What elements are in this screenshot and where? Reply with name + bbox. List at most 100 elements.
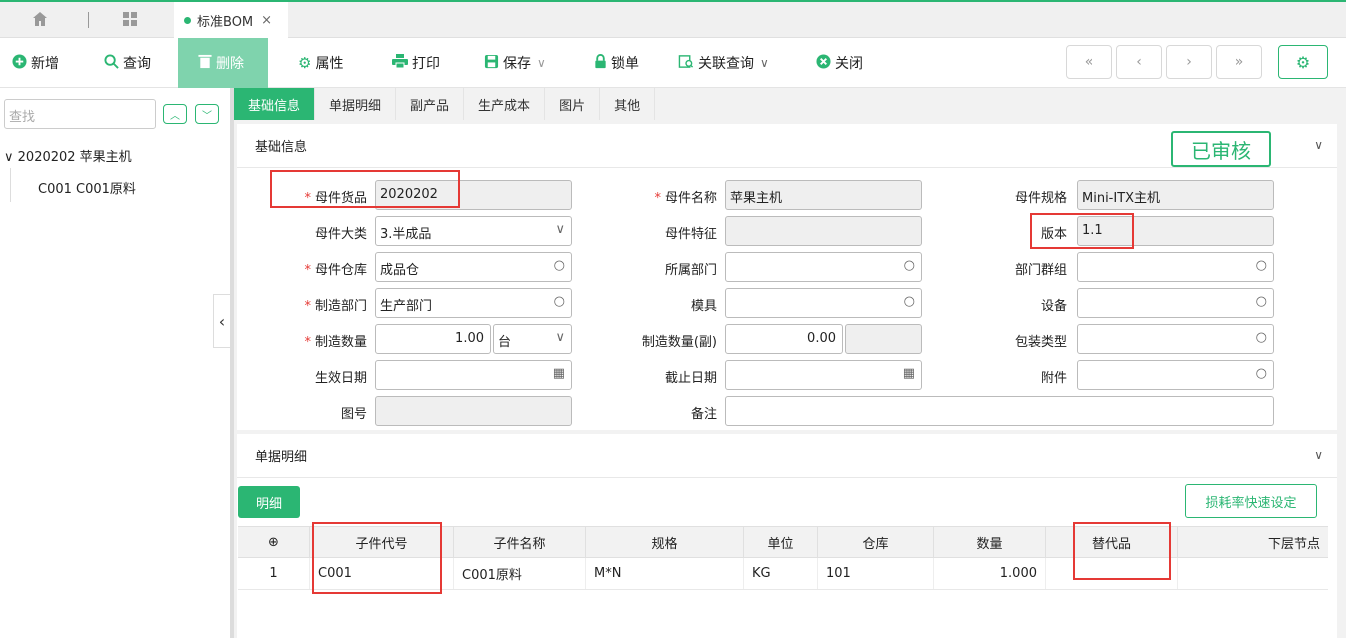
col-spec: 规格 [586, 527, 744, 557]
drawing-label: 图号 [340, 407, 367, 422]
home-icon[interactable] [32, 11, 48, 27]
attach-field[interactable]: ○ [1077, 360, 1274, 390]
tab-label: 标准BOM [197, 14, 254, 30]
feature-field[interactable] [725, 216, 922, 246]
warehouse-field[interactable]: 成品仓 ○ [375, 252, 572, 282]
lock-order-button[interactable]: 锁单 [594, 38, 639, 88]
remark-field[interactable] [725, 396, 1274, 426]
tab-other[interactable]: 其他 [600, 88, 656, 120]
col-child-name: 子件名称 [454, 527, 586, 557]
collapse-detail-icon[interactable]: ∨ [1314, 448, 1323, 462]
first-record-button[interactable]: « [1066, 45, 1112, 79]
tab-basic-info[interactable]: 基础信息 [234, 88, 316, 120]
delete-button[interactable]: 删除 [178, 38, 268, 88]
close-circle-icon [816, 53, 831, 73]
search-icon [104, 53, 119, 73]
chevron-down-icon: ∨ [760, 56, 769, 70]
detail-card: 单据明细 ∨ 明细 损耗率快速设定 ⊕ 子件代号 子件名称 规格 单位 仓库 数… [237, 434, 1337, 638]
close-tab-icon[interactable]: × [261, 13, 272, 28]
attributes-button[interactable]: ⚙ 属性 [298, 38, 343, 88]
calendar-icon: ▦ [552, 366, 565, 381]
add-row-icon[interactable]: ⊕ [238, 527, 310, 557]
next-record-button[interactable]: › [1166, 45, 1212, 79]
collapse-panel-button[interactable]: ‹ [213, 294, 230, 348]
tab-standard-bom[interactable]: 标准BOM × [174, 2, 288, 38]
end-date-label: 截止日期 [664, 371, 717, 386]
detail-section-title: 单据明细 [237, 434, 1337, 478]
remark-label: 备注 [690, 407, 717, 422]
trash-icon [198, 54, 212, 73]
cell-warehouse[interactable]: 101 [818, 558, 934, 589]
search-icon: ○ [1255, 366, 1267, 381]
dept-label: 所属部门 [664, 263, 717, 278]
equipment-field[interactable]: ○ [1077, 288, 1274, 318]
tab-byproduct[interactable]: 副产品 [396, 88, 465, 120]
pack-field[interactable]: ○ [1077, 324, 1274, 354]
drawing-field[interactable] [375, 396, 572, 426]
parent-spec-field[interactable]: Mini-ITX主机 [1077, 180, 1274, 210]
equipment-label: 设备 [1040, 299, 1067, 314]
end-date-field[interactable]: ▦ [725, 360, 922, 390]
dept-field[interactable]: ○ [725, 252, 922, 282]
toolbar: 新增 查询 删除 ⚙ 属性 打印 保存 ∨ 锁单 关联查询 ∨ 关闭 « ‹ ›… [0, 38, 1346, 88]
settings-gear-icon: ⚙ [1295, 52, 1311, 72]
detail-button[interactable]: 明细 [238, 486, 300, 518]
move-up-button[interactable]: ︿ [163, 104, 187, 124]
dept-group-field[interactable]: ○ [1077, 252, 1274, 282]
search-icon: ○ [553, 294, 565, 309]
calendar-icon: ▦ [902, 366, 915, 381]
qty-field[interactable]: 1.00 [375, 324, 491, 354]
mfg-dept-label: * 制造部门 [304, 299, 367, 314]
col-quantity: 数量 [934, 527, 1046, 557]
cell-child-name[interactable]: C001原料 [454, 558, 586, 589]
grid-icon[interactable] [122, 11, 138, 27]
query-button[interactable]: 查询 [104, 38, 151, 88]
tree-search-input[interactable]: 查找 [4, 99, 156, 129]
approved-stamp: 已审核 [1171, 131, 1271, 167]
add-button[interactable]: 新增 [12, 38, 59, 88]
print-button[interactable]: 打印 [392, 38, 440, 88]
eff-date-field[interactable]: ▦ [375, 360, 572, 390]
highlight-child-code [312, 522, 442, 594]
collapse-section-icon[interactable]: ∨ [1314, 138, 1323, 152]
last-record-button[interactable]: » [1216, 45, 1262, 79]
expand-chevron-icon[interactable]: ∨ [4, 150, 14, 165]
tab-images[interactable]: 图片 [545, 88, 601, 120]
tree-node-root[interactable]: ∨ 2020202 苹果主机 [4, 146, 132, 165]
basic-info-card: 基础信息 已审核 ∨ * 母件货品 2020202 * 母件名称 苹果主机 母件规格… [237, 124, 1337, 430]
warehouse-label: * 母件仓库 [304, 263, 367, 278]
related-search-icon [678, 54, 694, 73]
search-icon: ○ [903, 294, 915, 309]
chevron-down-icon: ∨ [555, 222, 565, 237]
cell-unit[interactable]: KG [744, 558, 818, 589]
pack-label: 包装类型 [1014, 335, 1067, 350]
unit2-field[interactable] [845, 324, 922, 354]
unit-select[interactable]: 台 ∨ [493, 324, 572, 354]
save-button[interactable]: 保存 ∨ [484, 38, 546, 88]
close-button[interactable]: 关闭 [816, 38, 863, 88]
highlight-substitute [1073, 522, 1171, 580]
chevron-down-icon: ∨ [555, 330, 565, 345]
tree-node-child[interactable]: C001 C001原料 [38, 178, 136, 197]
mfg-dept-field[interactable]: 生产部门 ○ [375, 288, 572, 318]
prev-record-button[interactable]: ‹ [1116, 45, 1162, 79]
highlight-parent-code [270, 170, 460, 208]
gear-icon: ⚙ [298, 54, 312, 72]
settings-button[interactable]: ⚙ [1278, 45, 1328, 79]
tab-production-cost[interactable]: 生产成本 [464, 88, 546, 120]
lock-icon [594, 53, 607, 73]
loss-rate-quick-set-button[interactable]: 损耗率快速设定 [1185, 484, 1317, 518]
mold-label: 模具 [690, 299, 717, 314]
mold-field[interactable]: ○ [725, 288, 922, 318]
active-dot-icon [184, 16, 191, 24]
category-select[interactable]: 3.半成品 ∨ [375, 216, 572, 246]
related-query-button[interactable]: 关联查询 ∨ [678, 38, 769, 88]
move-down-button[interactable]: ﹀ [195, 104, 219, 124]
cell-quantity[interactable]: 1.000 [934, 558, 1046, 589]
search-icon: ○ [903, 258, 915, 273]
cell-spec[interactable]: M*N [586, 558, 744, 589]
cell-sub-node[interactable] [1178, 558, 1328, 589]
tab-detail[interactable]: 单据明细 [315, 88, 397, 120]
qty2-field[interactable]: 0.00 [725, 324, 843, 354]
parent-name-field[interactable]: 苹果主机 [725, 180, 922, 210]
